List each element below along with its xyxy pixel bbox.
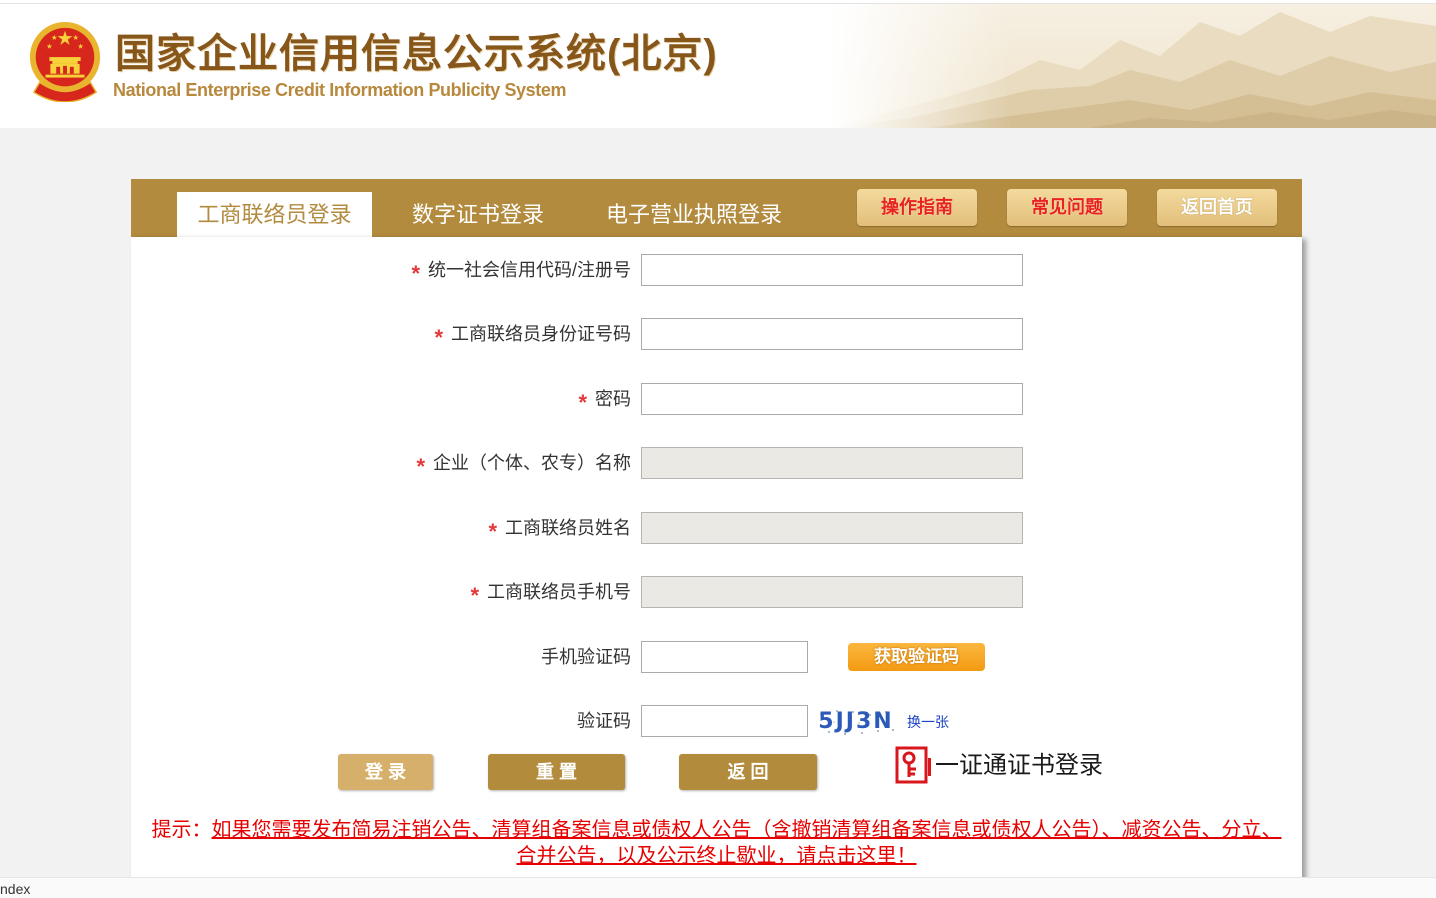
guide-button[interactable]: 操作指南 [857, 189, 977, 226]
company-name-label: * 企业（个体、农专）名称 [300, 447, 631, 479]
tab-e-license-login[interactable]: 电子营业执照登录 [606, 192, 782, 237]
id-number-label-text: 工商联络员身份证号码 [451, 324, 631, 344]
home-button[interactable]: 返回首页 [1157, 189, 1277, 226]
notice-text: 提示：如果您需要发布简易注销公告、清算组备案信息或债权人公告（含撤销清算组备案信… [142, 817, 1291, 869]
captcha-input[interactable] [641, 705, 808, 737]
liaison-phone-label: * 工商联络员手机号 [300, 576, 631, 608]
site-title: 国家企业信用信息公示系统(北京) [115, 32, 718, 76]
liaison-name-input[interactable] [641, 512, 1023, 544]
back-button[interactable]: 返 回 [679, 754, 817, 790]
cert-key-icon [895, 746, 931, 784]
required-mark: * [434, 325, 443, 350]
required-mark: * [488, 519, 497, 544]
company-name-input[interactable] [641, 447, 1023, 479]
browser-status-bar: ndex [0, 877, 1436, 898]
tab-liaison-login[interactable]: 工商联络员登录 [177, 192, 372, 237]
password-label-text: 密码 [595, 389, 631, 409]
required-mark: * [411, 261, 420, 286]
required-mark: * [578, 390, 587, 415]
get-sms-code-button[interactable]: 获取验证码 [848, 643, 985, 671]
company-name-label-text: 企业（个体、农专）名称 [433, 453, 631, 473]
sms-code-label: 手机验证码 [541, 647, 631, 667]
site-subtitle: National Enterprise Credit Information P… [113, 80, 567, 100]
credit-code-label: * 统一社会信用代码/注册号 [300, 254, 631, 286]
liaison-name-label: * 工商联络员姓名 [300, 512, 631, 544]
captcha-image[interactable]: 5JJ3N [815, 706, 897, 738]
id-number-input[interactable] [641, 318, 1023, 350]
required-mark: * [470, 583, 479, 608]
id-number-label: * 工商联络员身份证号码 [300, 318, 631, 350]
required-mark: * [416, 454, 425, 479]
captcha-label: 验证码 [577, 711, 631, 731]
liaison-phone-input[interactable] [641, 576, 1023, 608]
cert-login-label: 一证通证书登录 [935, 752, 1103, 779]
credit-code-label-text: 统一社会信用代码/注册号 [428, 260, 631, 280]
header-mountain-art [830, 4, 1436, 128]
national-emblem-icon [29, 22, 101, 102]
notice-prefix: 提示： [151, 819, 212, 841]
liaison-phone-label-text: 工商联络员手机号 [487, 582, 631, 602]
sms-code-input[interactable] [641, 641, 808, 673]
login-button[interactable]: 登 录 [338, 754, 433, 790]
credit-code-input[interactable] [641, 254, 1023, 286]
site-header: 国家企业信用信息公示系统(北京) National Enterprise Cre… [0, 0, 1436, 128]
status-bar-text: ndex [0, 881, 31, 897]
captcha-text: 5JJ3N [818, 709, 894, 734]
notice-link[interactable]: 如果您需要发布简易注销公告、清算组备案信息或债权人公告（含撤销清算组备案信息或债… [212, 819, 1282, 867]
refresh-captcha-link[interactable]: 换一张 [907, 713, 949, 731]
password-label: * 密码 [300, 383, 631, 415]
tab-digital-cert-login[interactable]: 数字证书登录 [412, 192, 544, 237]
password-input[interactable] [641, 383, 1023, 415]
login-tab-bar: 工商联络员登录 数字证书登录 电子营业执照登录 操作指南 常见问题 返回首页 [131, 179, 1302, 237]
reset-button[interactable]: 重 置 [488, 754, 625, 790]
liaison-name-label-text: 工商联络员姓名 [505, 518, 631, 538]
faq-button[interactable]: 常见问题 [1007, 189, 1127, 226]
